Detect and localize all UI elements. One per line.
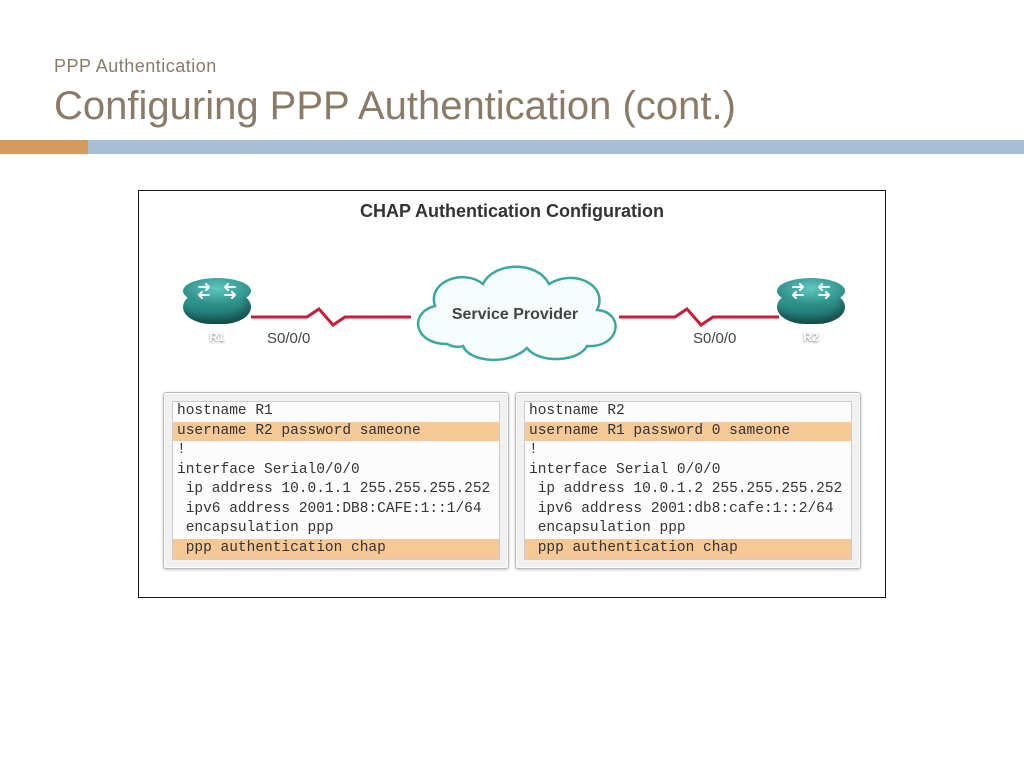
config-line: ! bbox=[173, 441, 499, 461]
router-r2-icon: R2 bbox=[777, 290, 845, 340]
config-area: hostname R1username R2 password sameone!… bbox=[139, 392, 885, 569]
diagram-title: CHAP Authentication Configuration bbox=[139, 201, 885, 222]
config-line: ipv6 address 2001:DB8:CAFE:1::1/64 bbox=[173, 500, 499, 520]
config-line: interface Serial0/0/0 bbox=[173, 461, 499, 481]
interface-label-left: S0/0/0 bbox=[267, 330, 310, 347]
network-topology: R1 S0/0/0 Service Provider bbox=[139, 222, 885, 392]
config-line: username R1 password 0 sameone bbox=[525, 422, 851, 442]
config-line: ip address 10.0.1.1 255.255.255.252 bbox=[173, 480, 499, 500]
divider-bar bbox=[0, 140, 1024, 154]
config-line: ppp authentication chap bbox=[173, 539, 499, 559]
diagram-frame: CHAP Authentication Configuration bbox=[138, 190, 886, 598]
config-text-r2: hostname R2username R1 password 0 sameon… bbox=[524, 401, 852, 560]
serial-link-left bbox=[251, 307, 411, 327]
divider-accent bbox=[0, 140, 88, 154]
config-line: encapsulation ppp bbox=[173, 519, 499, 539]
interface-label-right: S0/0/0 bbox=[693, 330, 736, 347]
config-line: username R2 password sameone bbox=[173, 422, 499, 442]
config-line: ipv6 address 2001:db8:cafe:1::2/64 bbox=[525, 500, 851, 520]
config-text-r1: hostname R1username R2 password sameone!… bbox=[172, 401, 500, 560]
router-r2-label: R2 bbox=[777, 330, 845, 344]
config-box-r2: hostname R2username R1 password 0 sameon… bbox=[515, 392, 861, 569]
cloud-icon: Service Provider bbox=[399, 254, 631, 374]
config-line: interface Serial 0/0/0 bbox=[525, 461, 851, 481]
serial-link-right bbox=[619, 307, 779, 327]
router-r1-label: R1 bbox=[183, 330, 251, 344]
config-line: ip address 10.0.1.2 255.255.255.252 bbox=[525, 480, 851, 500]
config-line: hostname R1 bbox=[173, 402, 499, 422]
router-r1-icon: R1 bbox=[183, 290, 251, 340]
config-line: ! bbox=[525, 441, 851, 461]
cloud-label: Service Provider bbox=[399, 306, 631, 324]
config-line: ppp authentication chap bbox=[525, 539, 851, 559]
config-line: encapsulation ppp bbox=[525, 519, 851, 539]
config-line: hostname R2 bbox=[525, 402, 851, 422]
slide-subtitle: PPP Authentication bbox=[54, 56, 217, 77]
config-box-r1: hostname R1username R2 password sameone!… bbox=[163, 392, 509, 569]
slide-title: Configuring PPP Authentication (cont.) bbox=[54, 84, 736, 129]
